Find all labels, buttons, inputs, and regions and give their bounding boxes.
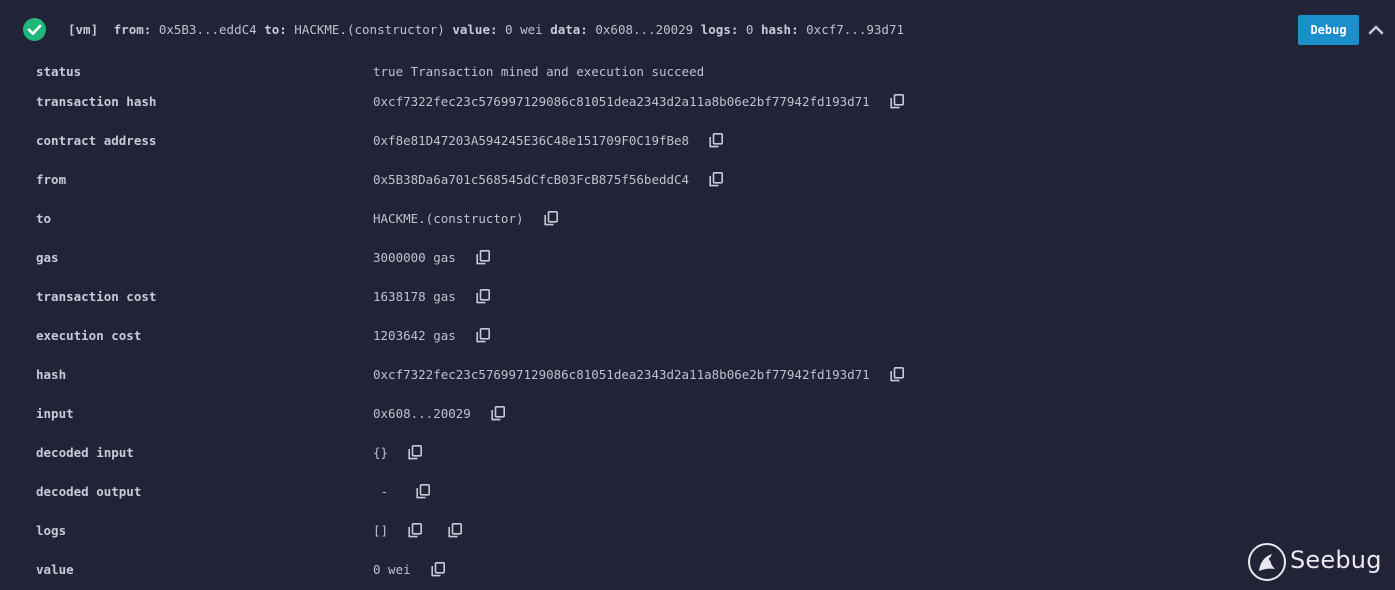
execution-cost-value: 1203642 gas	[373, 328, 456, 343]
copy-icon[interactable]	[476, 289, 490, 304]
detail-row-to: to HACKME.(constructor)	[0, 211, 1395, 231]
copy-icon[interactable]	[408, 523, 423, 538]
detail-row-transaction-hash: transaction hash 0xcf7322fec23c576997129…	[0, 94, 1395, 114]
copy-icon[interactable]	[709, 133, 724, 148]
copy-icon[interactable]	[476, 328, 490, 343]
input-value: 0x608...20029	[373, 406, 471, 421]
value-value: 0 wei	[505, 22, 543, 37]
detail-row-contract-address: contract address 0xf8e81D47203A594245E36…	[0, 133, 1395, 153]
copy-icon[interactable]	[408, 445, 423, 460]
seebug-watermark: Seebug	[1248, 543, 1381, 583]
hash-key: hash	[36, 367, 67, 382]
hash-label: hash:	[760, 22, 799, 37]
from-value: 0x5B3...eddC4	[158, 22, 257, 37]
data-value: 0x608...20029	[595, 22, 694, 37]
detail-row-hash: hash 0xcf7322fec23c576997129086c81051dea…	[0, 367, 1395, 387]
to-target-value: HACKME.(constructor)	[373, 211, 524, 226]
detail-row-decoded-output: decoded output -	[0, 484, 1395, 504]
vm-tag: [vm]	[68, 22, 99, 37]
copy-icon[interactable]	[890, 94, 904, 109]
transaction-cost-value: 1638178 gas	[373, 289, 456, 304]
decoded-output-key: decoded output	[36, 484, 142, 499]
data-label: data:	[550, 22, 588, 37]
to-label: to:	[264, 22, 287, 37]
from-address-value: 0x5B38Da6a701c568545dCfcB03FcB875f56bedd…	[373, 172, 690, 187]
transaction-cost-key: transaction cost	[36, 289, 157, 304]
detail-row-logs: logs []	[0, 523, 1395, 543]
copy-icon[interactable]	[491, 406, 505, 421]
decoded-input-key: decoded input	[36, 445, 134, 460]
value-amount: 0 wei	[373, 562, 411, 577]
transaction-hash-key: transaction hash	[36, 94, 157, 109]
detail-row-decoded-input: decoded input {}	[0, 445, 1395, 465]
detail-row-status: status true Transaction mined and execut…	[0, 64, 1395, 84]
detail-row-value: value 0 wei	[0, 562, 1395, 582]
copy-icon[interactable]	[890, 367, 904, 382]
transaction-summary: [vm] from: 0x5B3...eddC4 to: HACKME.(con…	[68, 22, 904, 40]
input-key: input	[36, 406, 74, 421]
decoded-output-value: -	[373, 484, 396, 499]
copy-icon[interactable]	[448, 523, 463, 538]
copy-icon[interactable]	[415, 484, 430, 499]
detail-row-input: input 0x608...20029	[0, 406, 1395, 426]
gas-key: gas	[36, 250, 59, 265]
seebug-logo-icon	[1248, 543, 1286, 581]
value-label: value:	[452, 22, 498, 37]
logs-value: 0	[745, 22, 754, 37]
detail-row-execution-cost: execution cost 1203642 gas	[0, 328, 1395, 348]
hash-value: 0xcf7...93d71	[806, 22, 904, 37]
transaction-hash-value: 0xcf7322fec23c576997129086c81051dea2343d…	[373, 94, 870, 109]
logs-label: logs:	[700, 22, 739, 37]
detail-row-transaction-cost: transaction cost 1638178 gas	[0, 289, 1395, 309]
decoded-input-value: {}	[373, 445, 389, 460]
contract-address-value: 0xf8e81D47203A594245E36C48e151709F0C19fB…	[373, 133, 690, 148]
check-circle-icon	[23, 18, 46, 41]
to-key: to	[36, 211, 52, 226]
seebug-brand: Seebug	[1290, 546, 1382, 574]
to-value: HACKME.(constructor)	[294, 22, 445, 37]
gas-value: 3000000 gas	[373, 250, 456, 265]
debug-button[interactable]: Debug	[1298, 15, 1359, 45]
value-key: value	[36, 562, 74, 577]
from-key: from	[36, 172, 67, 187]
status-key: status	[36, 64, 82, 79]
transaction-summary-header[interactable]: [vm] from: 0x5B3...eddC4 to: HACKME.(con…	[0, 0, 1395, 60]
status-value: true Transaction mined and execution suc…	[373, 64, 705, 79]
detail-row-gas: gas 3000000 gas	[0, 250, 1395, 270]
copy-icon[interactable]	[476, 250, 490, 265]
contract-address-key: contract address	[36, 133, 157, 148]
copy-icon[interactable]	[543, 211, 558, 226]
logs-list-value: []	[373, 523, 389, 538]
hash-full-value: 0xcf7322fec23c576997129086c81051dea2343d…	[373, 367, 870, 382]
copy-icon[interactable]	[431, 562, 445, 577]
from-label: from:	[113, 22, 152, 37]
logs-key: logs	[36, 523, 67, 538]
detail-row-from: from 0x5B38Da6a701c568545dCfcB03FcB875f5…	[0, 172, 1395, 192]
execution-cost-key: execution cost	[36, 328, 142, 343]
copy-icon[interactable]	[709, 172, 724, 187]
chevron-up-icon[interactable]	[1366, 20, 1386, 40]
